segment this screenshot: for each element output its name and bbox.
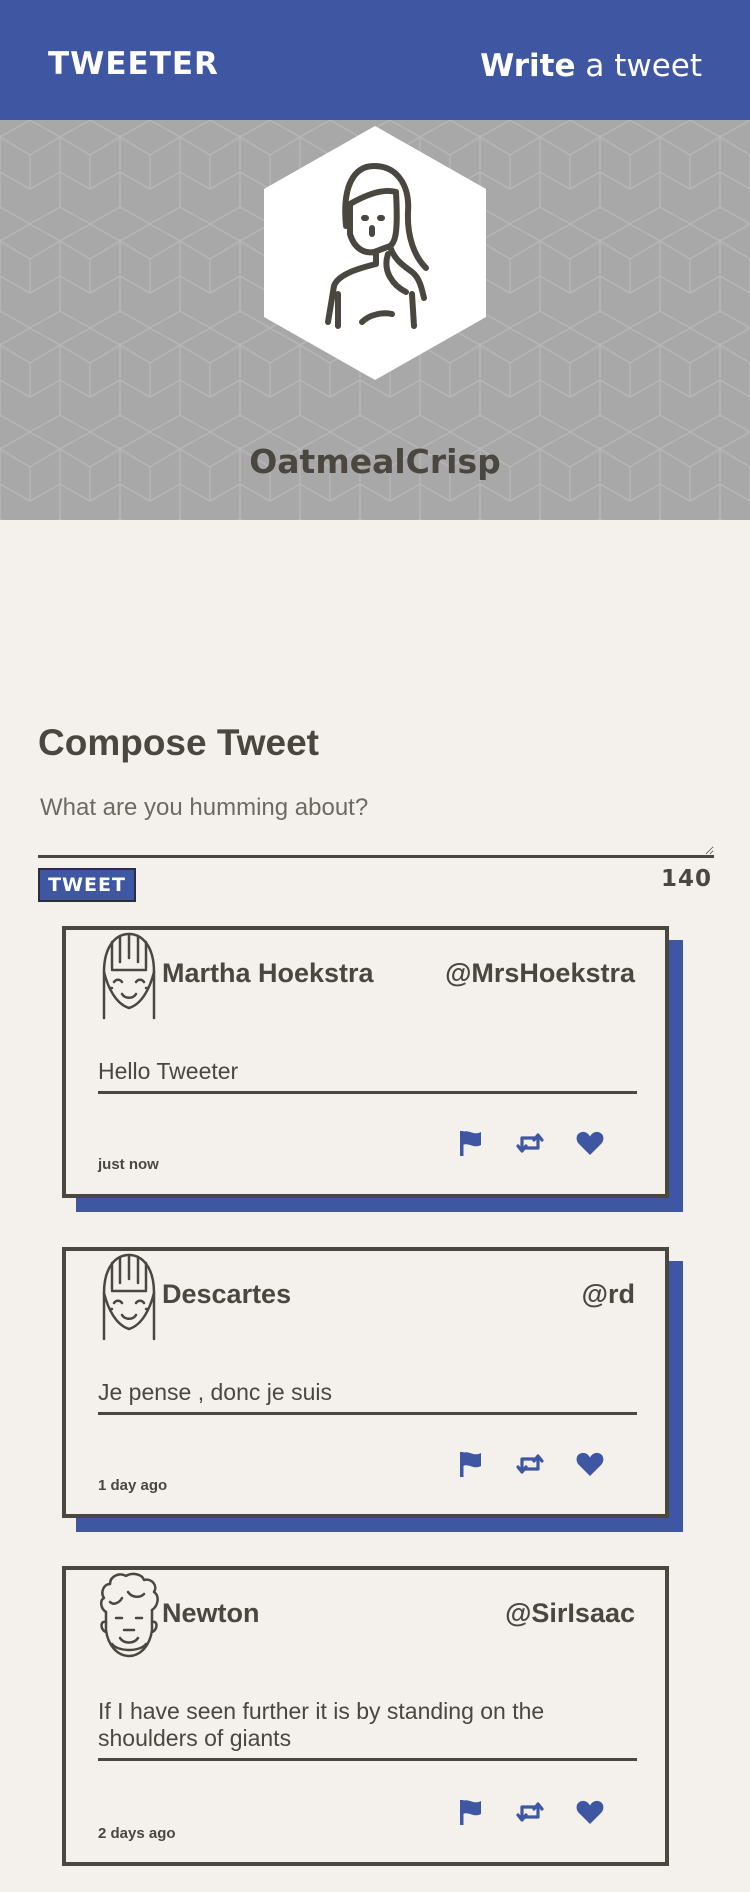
tweet-actions	[451, 1797, 621, 1827]
navbar: TWEETER Write a tweet	[0, 0, 750, 120]
heart-icon[interactable]	[575, 1449, 605, 1479]
tweet-submit-button[interactable]: TWEET	[38, 868, 136, 902]
curly-hair-avatar-icon	[100, 1572, 159, 1658]
retweet-icon[interactable]	[515, 1449, 545, 1479]
tweet-card: Descartes @rd Je pense , donc je suis 1 …	[62, 1247, 669, 1518]
tweet-input[interactable]	[38, 790, 714, 858]
flag-icon[interactable]	[455, 1449, 485, 1479]
smiling-face-avatar-icon	[102, 1253, 156, 1341]
heart-icon[interactable]	[575, 1128, 605, 1158]
tweet-timestamp: 1 day ago	[98, 1477, 168, 1494]
tweet-author-handle: @MrsHoekstra	[445, 958, 635, 988]
retweet-icon[interactable]	[515, 1797, 545, 1827]
character-counter: 140	[660, 866, 712, 892]
tweet-author-name: Descartes	[162, 1279, 292, 1309]
tweet-actions	[451, 1128, 621, 1158]
tweet-actions	[451, 1449, 621, 1479]
profile-username: OatmealCrisp	[249, 442, 501, 481]
profile-banner: OatmealCrisp	[0, 120, 750, 520]
tweet-content: Hello Tweeter	[98, 1058, 637, 1094]
tweet-author-name: Newton	[162, 1598, 260, 1628]
flag-icon[interactable]	[455, 1128, 485, 1158]
tweet-timestamp: just now	[98, 1156, 159, 1173]
tweet-timestamp: 2 days ago	[98, 1825, 176, 1842]
tweet-author-handle: @rd	[581, 1279, 635, 1309]
compose-title: Compose Tweet	[38, 722, 319, 763]
tweet-content: If I have seen further it is by standing…	[98, 1698, 637, 1761]
write-tweet-link-bold: Write	[480, 48, 576, 84]
write-tweet-link[interactable]: Write a tweet	[480, 46, 702, 86]
write-tweet-link-rest: a tweet	[575, 48, 702, 84]
flag-icon[interactable]	[455, 1797, 485, 1827]
smiling-face-avatar-icon	[102, 932, 156, 1020]
tweet-card: Martha Hoekstra @MrsHoekstra Hello Tweet…	[62, 926, 669, 1198]
tweet-card: Newton @SirIsaac If I have seen further …	[62, 1566, 669, 1866]
tweet-author-name: Martha Hoekstra	[162, 958, 374, 988]
tweet-author-handle: @SirIsaac	[505, 1598, 635, 1628]
retweet-icon[interactable]	[515, 1128, 545, 1158]
heart-icon[interactable]	[575, 1797, 605, 1827]
profile-avatar	[264, 126, 486, 380]
tweet-content: Je pense , donc je suis	[98, 1379, 637, 1415]
brand-logo[interactable]: TWEETER	[48, 44, 219, 84]
